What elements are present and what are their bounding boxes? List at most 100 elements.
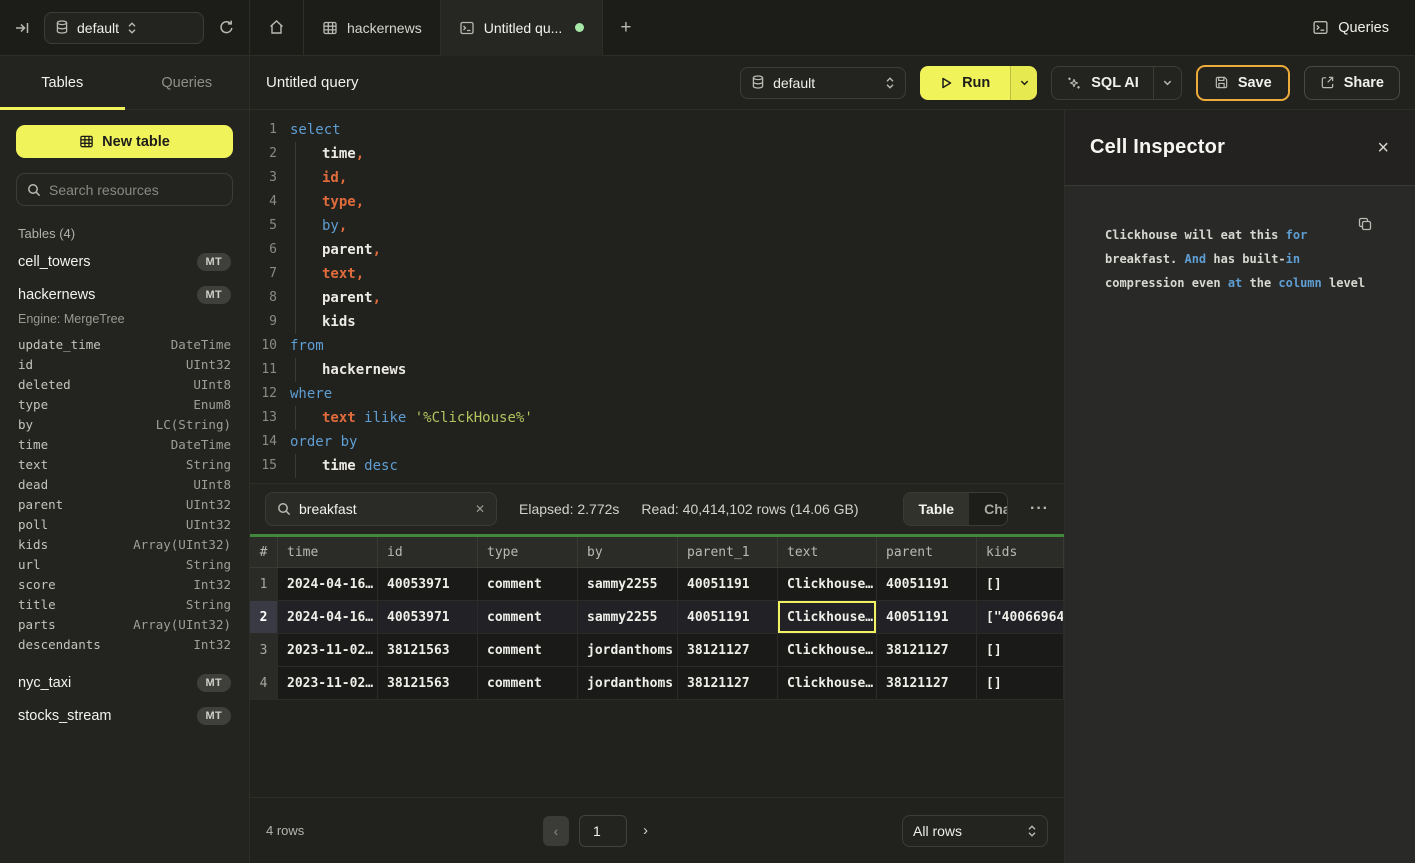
column-header-text[interactable]: text [778, 537, 877, 568]
table-cell[interactable]: 40051191 [877, 568, 977, 601]
table-cell[interactable]: sammy2255 [578, 568, 678, 601]
table-cell[interactable]: 2023-11-02… [278, 667, 378, 700]
table-cell[interactable]: 38121127 [877, 667, 977, 700]
table-cell[interactable]: comment [478, 634, 578, 667]
table-cell[interactable]: comment [478, 667, 578, 700]
next-page-button[interactable]: › [637, 822, 654, 839]
tab-home[interactable] [250, 0, 304, 55]
sidebar-table-item-stocks_stream[interactable]: stocks_streamMT [16, 699, 233, 732]
table-cell[interactable]: comment [478, 568, 578, 601]
table-cell[interactable]: 2024-04-16… [278, 601, 378, 634]
new-table-button[interactable]: New table [16, 125, 233, 158]
editor-line: 1select [250, 118, 1064, 142]
table-cell[interactable]: 40053971 [378, 568, 478, 601]
page-number[interactable]: 1 [579, 815, 627, 847]
line-number: 7 [250, 262, 290, 286]
table-cell[interactable]: jordanthoms [578, 667, 678, 700]
table-cell[interactable]: Clickhouse… [778, 667, 877, 700]
run-options-chevron[interactable] [1010, 66, 1037, 100]
table-cell[interactable]: ["40066964… [977, 601, 1064, 634]
table-cell[interactable]: 38121563 [378, 634, 478, 667]
table-cell[interactable]: 40051191 [877, 601, 977, 634]
share-button[interactable]: Share [1304, 66, 1400, 100]
queries-terminal-icon [1312, 19, 1329, 36]
table-cell[interactable]: 40051191 [678, 568, 778, 601]
query-database-selector[interactable]: default [740, 67, 906, 99]
save-button[interactable]: Save [1196, 65, 1290, 101]
table-cell[interactable]: 38121127 [678, 634, 778, 667]
column-header-type[interactable]: type [478, 537, 578, 568]
column-name: type [18, 397, 48, 412]
sql-editor[interactable]: 1select2time,3id,4type,5by,6parent,7text… [250, 110, 1064, 484]
table-cell[interactable]: comment [478, 601, 578, 634]
table-cell[interactable]: jordanthoms [578, 634, 678, 667]
table-cell[interactable]: Clickhouse… [778, 568, 877, 601]
sidebar-tab-tables[interactable]: Tables [0, 56, 125, 109]
database-selector[interactable]: default [44, 12, 204, 44]
column-header-by[interactable]: by [578, 537, 678, 568]
table-cell[interactable]: 2024-04-16… [278, 568, 378, 601]
results-table: #timeidtypebyparent_1textparentkids 12024… [250, 537, 1064, 700]
row-number[interactable]: 2 [250, 601, 278, 634]
row-number[interactable]: 3 [250, 634, 278, 667]
new-tab-button[interactable]: + [603, 0, 648, 55]
column-header-parent_1[interactable]: parent_1 [678, 537, 778, 568]
code-token: , [373, 290, 381, 306]
clear-search-icon[interactable]: ✕ [475, 502, 485, 516]
table-cell[interactable]: 40053971 [378, 601, 478, 634]
row-number[interactable]: 1 [250, 568, 278, 601]
page-size-selector[interactable]: All rows [902, 815, 1048, 847]
table-cell[interactable]: [] [977, 634, 1064, 667]
new-table-grid-icon [79, 134, 94, 149]
sidebar-table-item-cell_towers[interactable]: cell_towersMT [16, 245, 233, 278]
code-token: text [322, 266, 356, 282]
table-cell[interactable]: Clickhouse… [778, 601, 877, 634]
run-button[interactable]: Run [920, 66, 1037, 100]
table-cell[interactable]: sammy2255 [578, 601, 678, 634]
results-search-box[interactable]: ✕ [265, 492, 497, 526]
sql-ai-chevron[interactable] [1153, 67, 1181, 99]
editor-line: 5by, [250, 214, 1064, 238]
search-resources-input[interactable] [49, 182, 222, 198]
inspector-token: has built- [1206, 252, 1285, 266]
table-cell[interactable]: 38121563 [378, 667, 478, 700]
table-cell[interactable]: 2023-11-02… [278, 634, 378, 667]
view-toggle-chart[interactable]: Chart [969, 493, 1008, 525]
view-toggle-table[interactable]: Table [904, 493, 970, 525]
table-cell[interactable]: [] [977, 568, 1064, 601]
table-cell[interactable]: Clickhouse… [778, 634, 877, 667]
sidebar-tabs: Tables Queries [0, 56, 249, 110]
copy-icon[interactable] [1357, 216, 1373, 232]
topbar-right: Queries [1312, 0, 1415, 55]
column-header-id[interactable]: id [378, 537, 478, 568]
column-header-kids[interactable]: kids [977, 537, 1064, 568]
queries-button[interactable]: Queries [1312, 19, 1389, 36]
topbar-left: default [0, 0, 250, 55]
unsaved-indicator-dot [575, 23, 584, 32]
refresh-icon[interactable] [218, 19, 235, 36]
table-cell[interactable]: 38121127 [678, 667, 778, 700]
more-options-icon[interactable]: ··· [1030, 500, 1049, 518]
collapse-sidebar-icon[interactable] [14, 20, 30, 36]
table-cell[interactable]: [] [977, 667, 1064, 700]
search-resources-box[interactable] [16, 173, 233, 206]
column-header-time[interactable]: time [278, 537, 378, 568]
close-icon[interactable]: × [1377, 138, 1389, 158]
tab-untitled-query[interactable]: Untitled qu... [441, 0, 604, 56]
sidebar-table-item-nyc_taxi[interactable]: nyc_taxiMT [16, 666, 233, 699]
table-cell[interactable]: 40051191 [678, 601, 778, 634]
sidebar-table-item-hackernews[interactable]: hackernewsMT [16, 278, 233, 311]
prev-page-button[interactable]: ‹ [543, 816, 569, 846]
tab-hackernews[interactable]: hackernews [304, 0, 441, 55]
results-search-input[interactable] [299, 501, 467, 517]
column-header-num[interactable]: # [250, 537, 278, 568]
code-token: '%ClickHouse%' [415, 410, 533, 426]
inspector-token: Clickhouse will eat this [1105, 228, 1286, 242]
row-number[interactable]: 4 [250, 667, 278, 700]
table-cell[interactable]: 38121127 [877, 634, 977, 667]
column-type: String [186, 597, 231, 612]
sql-ai-button[interactable]: SQL AI [1051, 66, 1182, 100]
editor-code: id, [290, 166, 1064, 190]
sidebar-tab-queries[interactable]: Queries [125, 56, 250, 109]
column-header-parent[interactable]: parent [877, 537, 977, 568]
